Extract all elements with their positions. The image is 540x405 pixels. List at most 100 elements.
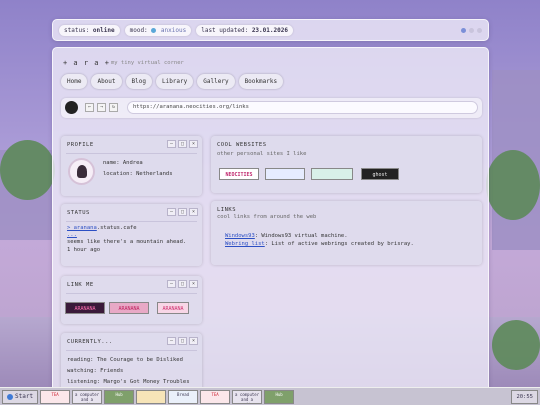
nav-blog[interactable]: Blog: [125, 74, 152, 89]
status-time: 1 hour ago: [67, 247, 101, 253]
maximize-button[interactable]: □: [178, 208, 187, 216]
taskbar-clock: 20:55: [511, 389, 538, 404]
nav-home[interactable]: Home: [61, 74, 88, 89]
taskbar-item[interactable]: TEA: [200, 389, 231, 404]
status-message: seems like there's a mountain ahead.: [67, 239, 187, 245]
link-item-link[interactable]: Webring list: [225, 241, 265, 247]
dot-icon: [477, 27, 482, 33]
divider: [66, 293, 197, 294]
close-button[interactable]: ×: [189, 140, 198, 148]
name-label: name:: [103, 160, 120, 166]
taskbar-item[interactable]: Hub: [104, 389, 135, 404]
background-plant: [0, 140, 55, 200]
listening-row: listening: Margo's Got Money Troubles: [67, 379, 190, 385]
divider: [66, 221, 197, 222]
reading-row: reading: The Courage to be Disliked: [67, 357, 183, 363]
status-link-row: > aranana.status.cafe: [67, 225, 137, 231]
taskbar-item[interactable]: a computer and a monitor: [72, 389, 103, 404]
back-button[interactable]: ←: [85, 103, 94, 112]
close-button[interactable]: ×: [189, 208, 198, 216]
link-item-desc: : List of active webrings created by bri…: [264, 241, 414, 247]
dot-icon: [469, 27, 474, 33]
minimize-button[interactable]: –: [167, 280, 176, 288]
forward-button[interactable]: →: [97, 103, 106, 112]
updated-pill: last updated: 23.01.2026: [196, 24, 293, 36]
link-item: Webring list: List of active webrings cr…: [225, 241, 414, 247]
name-value: Andrea: [122, 160, 143, 166]
window-controls: – □ ×: [167, 140, 198, 148]
cool-websites-panel: COOL WEBSITES other personal sites I lik…: [211, 136, 482, 193]
panel-subtitle: other personal sites I like: [217, 151, 307, 157]
taskbar-item[interactable]: Bread: [168, 389, 199, 404]
minimize-button[interactable]: –: [167, 208, 176, 216]
taskbar-item[interactable]: TEA: [40, 389, 71, 404]
reload-button[interactable]: ↻: [109, 103, 118, 112]
watching-row: watching: Friends: [67, 368, 123, 374]
links-panel: LINKS cool links from around the web Win…: [211, 201, 482, 265]
close-button[interactable]: ×: [189, 280, 198, 288]
status-pill: status: online: [59, 24, 120, 36]
taskbar-item[interactable]: Hub: [264, 389, 295, 404]
listening-value: Margo's Got Money Troubles: [103, 379, 190, 385]
reading-value: The Courage to be Disliked: [96, 357, 183, 363]
link-item-link[interactable]: Windows93: [225, 233, 255, 239]
status-link-more[interactable]: ...: [67, 232, 77, 238]
website-badge[interactable]: ghost: [361, 168, 399, 180]
status-link[interactable]: > aranana: [67, 225, 97, 231]
start-icon: [7, 393, 13, 400]
taskbar-item[interactable]: a computer and a monitor: [232, 389, 263, 404]
link-item-desc: : Windows93 virtual machine.: [254, 233, 348, 239]
website-badge[interactable]: [311, 168, 353, 180]
statusbar-dots: [461, 27, 482, 33]
minimize-button[interactable]: –: [167, 140, 176, 148]
watching-value: Friends: [100, 368, 124, 374]
link-me-badge[interactable]: ARANANA: [65, 302, 105, 314]
mood-label: mood:: [129, 26, 148, 34]
nav-about[interactable]: About: [91, 74, 122, 89]
nav-bookmarks[interactable]: Bookmarks: [238, 74, 284, 89]
listening-label: listening:: [67, 379, 101, 385]
link-item: Windows93: Windows93 virtual machine.: [225, 233, 348, 239]
url-input[interactable]: https://aranana.neocities.org/links: [127, 101, 478, 114]
taskbar-item[interactable]: [136, 389, 167, 404]
maximize-button[interactable]: □: [178, 280, 187, 288]
maximize-button[interactable]: □: [178, 337, 187, 345]
avatar: [68, 158, 95, 185]
divider: [66, 153, 197, 154]
mood-icon: [151, 27, 157, 33]
main-window: + a r a + my tiny virtual corner Home Ab…: [52, 47, 489, 392]
window-controls: – □ ×: [167, 208, 198, 216]
nav-gallery[interactable]: Gallery: [197, 74, 235, 89]
location-label: location:: [103, 171, 133, 177]
close-button[interactable]: ×: [189, 337, 198, 345]
window-controls: – □ ×: [167, 280, 198, 288]
panel-title: LINKS: [217, 207, 237, 213]
reading-label: reading:: [67, 357, 94, 363]
window-controls: – □ ×: [167, 337, 198, 345]
status-panel: STATUS – □ × > aranana.status.cafe ... s…: [61, 204, 202, 266]
profile-location: location: Netherlands: [103, 171, 173, 177]
minimize-button[interactable]: –: [167, 337, 176, 345]
nav-library[interactable]: Library: [155, 74, 194, 89]
status-link-suffix: .status.cafe: [96, 225, 137, 231]
website-badge[interactable]: NEOCITIES: [219, 168, 259, 180]
avatar-figure: [77, 165, 87, 178]
start-button[interactable]: Start: [2, 389, 39, 404]
website-badge[interactable]: [265, 168, 305, 180]
location-value: Netherlands: [136, 171, 173, 177]
link-me-panel: LINK ME – □ × ARANANA ARANANA ARANANA: [61, 276, 202, 324]
dot-icon: [461, 27, 466, 33]
link-me-badge[interactable]: ARANANA: [157, 302, 189, 314]
panel-title: LINK ME: [67, 282, 94, 288]
maximize-button[interactable]: □: [178, 140, 187, 148]
start-label: Start: [15, 392, 34, 400]
divider: [66, 350, 197, 351]
mood-value: anxious: [160, 26, 187, 34]
link-me-badge[interactable]: ARANANA: [109, 302, 149, 314]
status-bar: status: online mood: anxious last update…: [52, 19, 489, 41]
currently-panel: CURRENTLY... – □ × reading: The Courage …: [61, 333, 202, 391]
panel-title: PROFILE: [67, 142, 94, 148]
nav-bar: Home About Blog Library Gallery Bookmark…: [61, 74, 284, 89]
watching-label: watching:: [67, 368, 97, 374]
background-plant: [486, 150, 540, 220]
